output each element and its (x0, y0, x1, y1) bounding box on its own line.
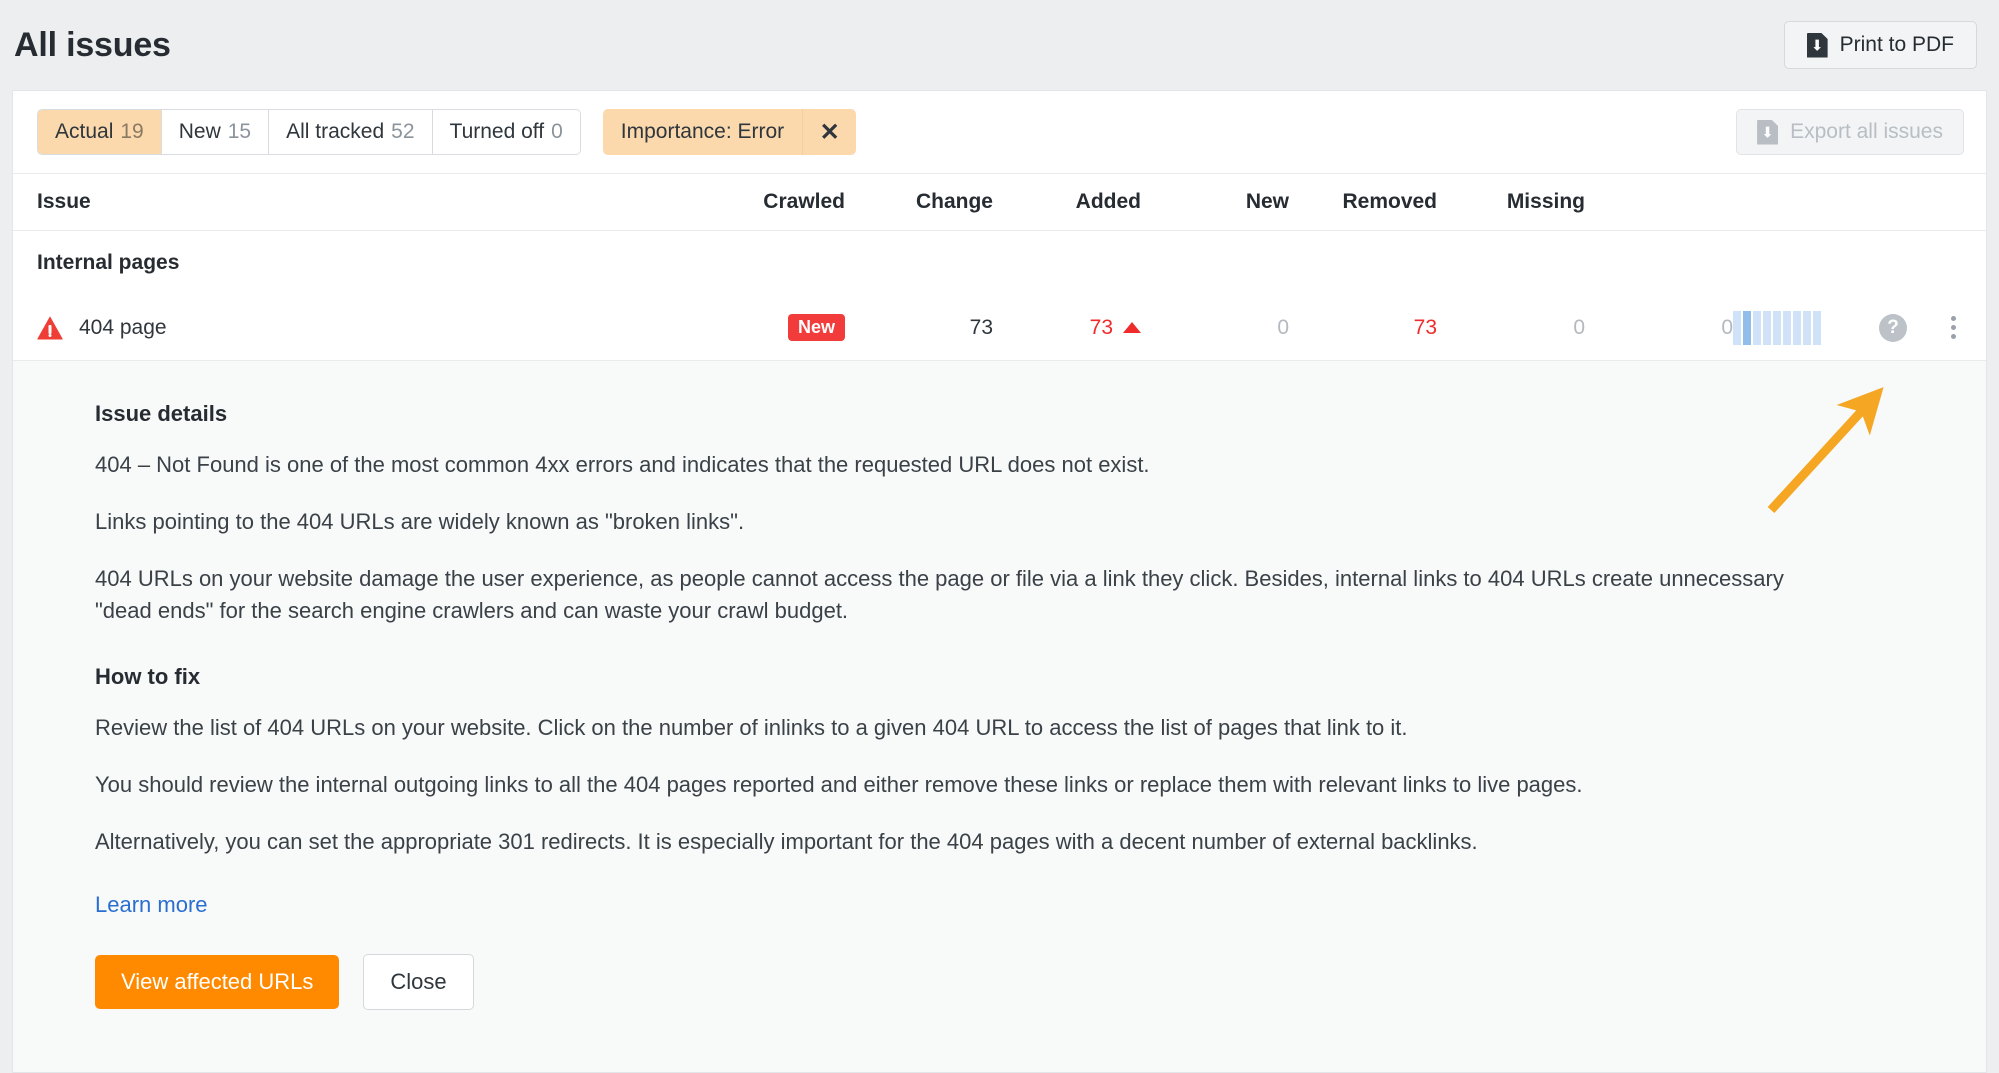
issue-details-paragraph-2: Links pointing to the 404 URLs are widel… (95, 506, 1815, 537)
filter-tab-turned-off[interactable]: Turned off 0 (433, 110, 580, 154)
kebab-menu-icon[interactable] (1941, 314, 1965, 342)
filter-tab-all-tracked[interactable]: All tracked 52 (269, 110, 432, 154)
issue-details-panel: Issue details 404 – Not Found is one of … (13, 361, 1986, 1073)
column-header-issue: Issue (37, 190, 697, 214)
how-to-fix-paragraph-2: You should review the internal outgoing … (95, 769, 1815, 800)
close-button[interactable]: Close (363, 954, 473, 1010)
learn-more-link[interactable]: Learn more (95, 892, 208, 918)
download-file-icon: ⬇ (1807, 33, 1828, 58)
filter-tab-actual-label: Actual (55, 120, 113, 144)
cell-menu (1941, 314, 1987, 342)
error-triangle-icon (37, 316, 63, 340)
issues-card: Actual 19 New 15 All tracked 52 Turned o… (12, 90, 1987, 1073)
filter-tab-new-label: New (179, 120, 221, 144)
importance-filter-label: Importance: Error (603, 120, 802, 144)
sparkline-bar (1773, 311, 1781, 345)
filter-tab-all-tracked-count: 52 (391, 120, 414, 144)
close-icon[interactable]: ✕ (802, 109, 856, 155)
table-group-internal-pages: Internal pages (13, 231, 1986, 295)
export-all-issues-label: Export all issues (1790, 120, 1943, 144)
cell-crawled: 73 (845, 316, 993, 340)
help-circle-icon[interactable]: ? (1879, 314, 1907, 342)
issue-details-paragraph-1: 404 – Not Found is one of the most commo… (95, 449, 1815, 480)
filter-tab-turned-off-label: Turned off (450, 120, 545, 144)
sparkline-bar (1813, 311, 1821, 345)
cell-change: 73 (993, 316, 1141, 340)
filter-tab-new-count: 15 (228, 120, 251, 144)
issue-cell[interactable]: 404 page (37, 316, 697, 340)
column-header-missing: Missing (1437, 190, 1585, 214)
sparkline-bar (1733, 311, 1741, 345)
status-filter-group: Actual 19 New 15 All tracked 52 Turned o… (37, 109, 581, 155)
status-badge: New (788, 314, 845, 341)
issue-name: 404 page (79, 316, 167, 340)
sparkline-bar (1743, 311, 1751, 345)
cell-added: 0 (1141, 316, 1289, 340)
how-to-fix-paragraph-3: Alternatively, you can set the appropria… (95, 826, 1815, 857)
importance-filter-chip[interactable]: Importance: Error ✕ (603, 109, 856, 155)
sparkline-bar (1763, 311, 1771, 345)
table-row[interactable]: 404 page New 73 73 0 73 0 0 ? (13, 295, 1986, 361)
table-group-label: Internal pages (37, 251, 179, 275)
print-to-pdf-button[interactable]: ⬇ Print to PDF (1784, 21, 1977, 69)
column-header-new: New (1141, 190, 1289, 214)
column-header-change: Change (845, 190, 993, 214)
sparkline-bar (1753, 311, 1761, 345)
page-header: All issues ⬇ Print to PDF (0, 0, 1999, 90)
issue-details-paragraph-3: 404 URLs on your website damage the user… (95, 563, 1815, 625)
sparkline-bar (1793, 311, 1801, 345)
column-header-removed: Removed (1289, 190, 1437, 214)
cell-change-value: 73 (1090, 316, 1113, 340)
issue-new-badge-cell: New (697, 314, 845, 341)
filter-tab-actual[interactable]: Actual 19 (38, 110, 162, 154)
table-header-row: Issue Crawled Change Added New Removed M… (13, 173, 1986, 231)
download-file-icon: ⬇ (1757, 120, 1778, 145)
column-header-crawled: Crawled (697, 190, 845, 214)
cell-missing: 0 (1585, 316, 1733, 340)
sparkline-chart (1733, 311, 1879, 345)
filter-tab-actual-count: 19 (120, 120, 143, 144)
view-affected-urls-button[interactable]: View affected URLs (95, 955, 339, 1009)
details-actions: View affected URLs Close (95, 954, 1962, 1010)
cell-new: 73 (1289, 316, 1437, 340)
sparkline-bar (1783, 311, 1791, 345)
sparkline-bar (1803, 311, 1811, 345)
page-title: All issues (14, 26, 171, 65)
issues-toolbar: Actual 19 New 15 All tracked 52 Turned o… (13, 91, 1986, 173)
trend-up-icon (1123, 322, 1141, 333)
cell-trend-sparkline (1733, 311, 1879, 345)
export-all-issues-button[interactable]: ⬇ Export all issues (1736, 109, 1964, 155)
how-to-fix-heading: How to fix (95, 664, 1962, 690)
filter-tab-all-tracked-label: All tracked (286, 120, 384, 144)
column-header-added: Added (993, 190, 1141, 214)
cell-help: ? (1879, 314, 1941, 342)
filter-tab-new[interactable]: New 15 (162, 110, 269, 154)
filter-tab-turned-off-count: 0 (551, 120, 563, 144)
how-to-fix-paragraph-1: Review the list of 404 URLs on your webs… (95, 712, 1815, 743)
print-to-pdf-label: Print to PDF (1840, 33, 1954, 57)
issue-details-heading: Issue details (95, 401, 1962, 427)
cell-removed: 0 (1437, 316, 1585, 340)
